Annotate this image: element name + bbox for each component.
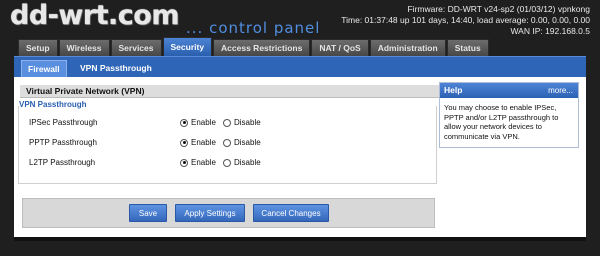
sub-tab-bar: Firewall VPN Passthrough — [14, 56, 586, 77]
vpn-passthrough-fieldset: VPN Passthrough IPSec Passthrough Enable… — [18, 100, 437, 184]
uptime-info: Time: 01:37:48 up 101 days, 14:40, load … — [341, 15, 590, 25]
subtab-firewall[interactable]: Firewall — [21, 60, 67, 77]
pptp-enable-label: Enable — [191, 138, 216, 147]
tab-security[interactable]: Security — [162, 37, 213, 56]
ipsec-disable-option[interactable]: Disable — [223, 118, 261, 127]
button-bar: Save Apply Settings Cancel Changes — [22, 198, 435, 228]
help-text: You may choose to enable IPSec, PPTP and… — [444, 103, 559, 141]
pptp-disable-radio[interactable] — [223, 138, 231, 147]
l2tp-label: L2TP Passthrough — [29, 158, 96, 167]
tab-wireless[interactable]: Wireless — [58, 39, 110, 56]
tab-nat-qos[interactable]: NAT / QoS — [311, 39, 369, 56]
logo-main: dd-wrt — [10, 0, 109, 31]
pptp-enable-radio[interactable] — [180, 138, 188, 147]
cancel-changes-button[interactable]: Cancel Changes — [253, 204, 329, 222]
ipsec-disable-label: Disable — [234, 118, 261, 127]
tab-services[interactable]: Services — [110, 39, 162, 56]
l2tp-disable-label: Disable — [234, 158, 261, 167]
apply-settings-button[interactable]: Apply Settings — [175, 204, 245, 222]
help-panel: Help more... You may choose to enable IP… — [439, 82, 579, 148]
pptp-label: PPTP Passthrough — [29, 138, 97, 147]
pptp-enable-option[interactable]: Enable — [180, 138, 216, 147]
ddwrt-logo: dd-wrt.com — [10, 0, 180, 31]
subtab-vpn-passthrough[interactable]: VPN Passthrough — [74, 60, 158, 77]
tab-administration[interactable]: Administration — [369, 39, 446, 56]
fieldset-legend: VPN Passthrough — [19, 100, 90, 109]
help-title: Help — [444, 85, 463, 95]
tab-access-restrictions[interactable]: Access Restrictions — [213, 39, 311, 56]
save-button[interactable]: Save — [129, 204, 167, 222]
l2tp-enable-radio[interactable] — [180, 158, 188, 167]
header: dd-wrt.com ... control panel Firmware: D… — [0, 0, 600, 40]
help-more-link[interactable]: more... — [548, 83, 573, 98]
section-title: Virtual Private Network (VPN) — [20, 85, 440, 98]
l2tp-row: L2TP Passthrough Enable Disable — [19, 156, 436, 170]
ipsec-row: IPSec Passthrough Enable Disable — [19, 116, 436, 130]
l2tp-disable-option[interactable]: Disable — [223, 158, 261, 167]
ipsec-disable-radio[interactable] — [223, 118, 231, 127]
control-panel-title: ... control panel — [186, 19, 321, 37]
logo-dot: . — [108, 0, 118, 31]
bottom-border — [14, 237, 586, 241]
l2tp-enable-option[interactable]: Enable — [180, 158, 216, 167]
pptp-disable-option[interactable]: Disable — [223, 138, 261, 147]
pptp-row: PPTP Passthrough Enable Disable — [19, 136, 436, 150]
ipsec-enable-label: Enable — [191, 118, 216, 127]
firmware-info: Firmware: DD-WRT v24-sp2 (01/03/12) vpnk… — [407, 4, 590, 14]
tab-setup[interactable]: Setup — [18, 39, 58, 56]
main-tabs: Setup Wireless Services Security Access … — [18, 37, 489, 56]
ipsec-label: IPSec Passthrough — [29, 118, 98, 127]
wan-ip-info: WAN IP: 192.168.0.5 — [510, 26, 590, 36]
logo-tld: com — [117, 0, 180, 31]
help-header: Help more... — [440, 83, 578, 98]
router-info: Firmware: DD-WRT v24-sp2 (01/03/12) vpnk… — [341, 4, 590, 37]
pptp-disable-label: Disable — [234, 138, 261, 147]
l2tp-disable-radio[interactable] — [223, 158, 231, 167]
ipsec-enable-radio[interactable] — [180, 118, 188, 127]
ipsec-enable-option[interactable]: Enable — [180, 118, 216, 127]
l2tp-enable-label: Enable — [191, 158, 216, 167]
tab-status[interactable]: Status — [446, 39, 489, 56]
main-content: Virtual Private Network (VPN) VPN Passth… — [14, 77, 586, 237]
